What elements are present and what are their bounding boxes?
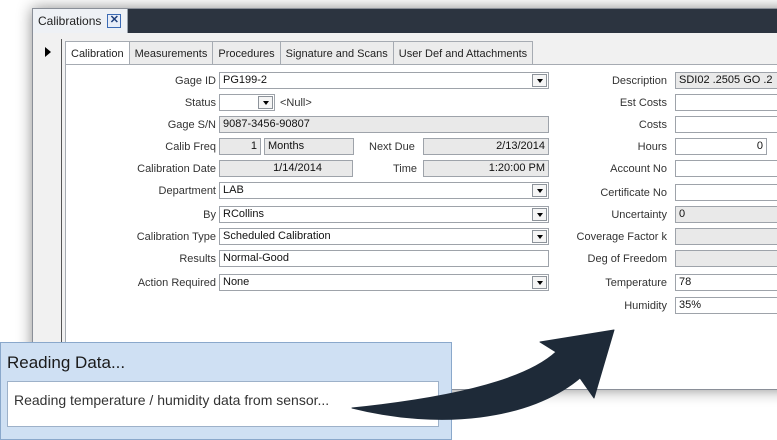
curved-arrow-icon xyxy=(351,329,615,420)
arrow-shape xyxy=(351,329,615,420)
